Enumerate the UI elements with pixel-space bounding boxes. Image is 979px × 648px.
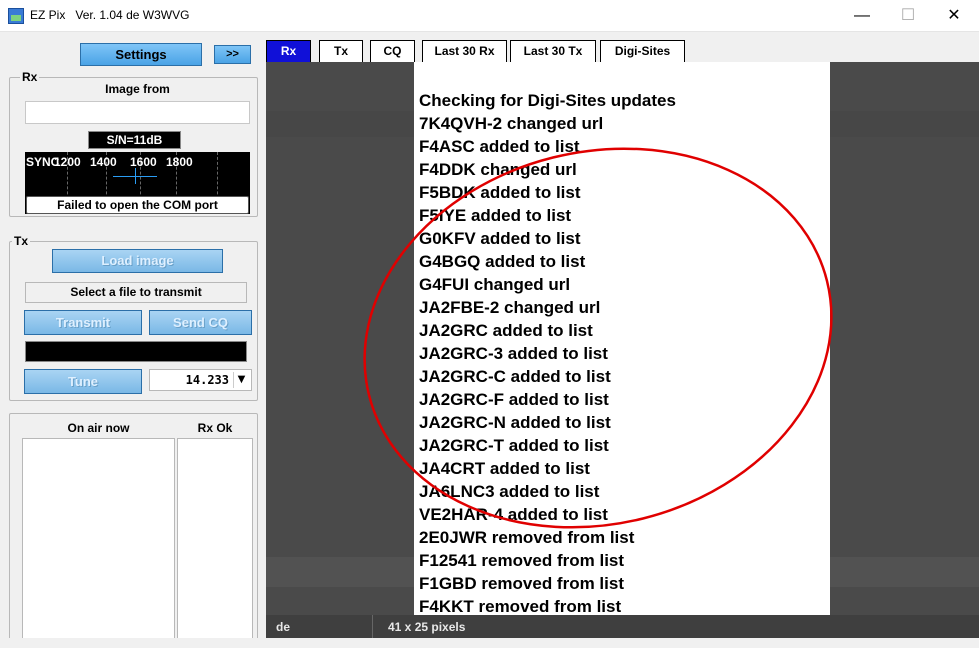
load-image-button[interactable]: Load image [52, 249, 223, 273]
window-title: EZ Pix Ver. 1.04 de W3WVG [30, 8, 190, 22]
tx-progress-bar [25, 341, 247, 362]
select-file-label: Select a file to transmit [25, 282, 247, 303]
scope-label-1200: 1200 [54, 155, 81, 169]
send-cq-button[interactable]: Send CQ [149, 310, 252, 335]
scope-label-1600: 1600 [130, 155, 157, 169]
left-panel: Settings >> Rx Image from S/N=11dB SYNC … [0, 33, 265, 648]
image-from-field [25, 101, 250, 124]
title-bar: EZ Pix Ver. 1.04 de W3WVG — ☐ ✕ [0, 0, 979, 32]
tab-digi-sites[interactable]: Digi-Sites [600, 40, 685, 62]
log-line: F1GBD removed from list [419, 574, 624, 593]
on-air-header: On air now [67, 421, 130, 435]
log-line: 2E0JWR removed from list [419, 528, 635, 547]
log-line: JA2GRC-N added to list [419, 413, 611, 432]
expand-button[interactable]: >> [214, 45, 251, 64]
com-port-error: Failed to open the COM port [26, 196, 249, 214]
rx-ok-header: Rx Ok [197, 421, 233, 435]
log-line: JA2GRC added to list [419, 321, 593, 340]
minimize-button[interactable]: — [839, 0, 885, 32]
tab-cq[interactable]: CQ [370, 40, 415, 62]
log-line: F4ASC added to list [419, 137, 580, 156]
settings-button[interactable]: Settings [80, 43, 202, 66]
log-line: JA4CRT added to list [419, 459, 590, 478]
log-line: F4DDK changed url [419, 160, 577, 179]
tab-tx[interactable]: Tx [319, 40, 363, 62]
scope-label-1800: 1800 [166, 155, 193, 169]
log-line: JA6LNC3 added to list [419, 482, 600, 501]
app-icon [8, 8, 24, 24]
tune-button[interactable]: Tune [24, 369, 142, 394]
status-left: de [276, 620, 291, 634]
log-line: F12541 removed from list [419, 551, 625, 570]
image-from-label: Image from [105, 82, 170, 96]
tab-last-30-rx[interactable]: Last 30 Rx [422, 40, 507, 62]
digi-sites-log: Checking for Digi-Sites updates 7K4QVH-2 … [419, 89, 676, 618]
maximize-button[interactable]: ☐ [885, 0, 931, 32]
close-button[interactable]: ✕ [931, 0, 977, 32]
tx-group-label: Tx [12, 234, 31, 248]
log-line: G4FUI changed url [419, 275, 571, 294]
tab-last-30-tx[interactable]: Last 30 Tx [510, 40, 596, 62]
scope-marker [135, 168, 136, 184]
image-size-readout: 41 x 25 pixels [388, 620, 466, 634]
log-line: G4BGQ added to list [419, 252, 586, 271]
log-line: JA2GRC-C added to list [419, 367, 611, 386]
log-line: JA2GRC-F added to list [419, 390, 609, 409]
snr-indicator: S/N=11dB [88, 131, 181, 149]
scope-label-1400: 1400 [90, 155, 117, 169]
log-line: JA2GRC-T added to list [419, 436, 609, 455]
status-bar: de 41 x 25 pixels [266, 615, 979, 638]
frequency-value: 14.233 [185, 373, 229, 387]
frequency-select[interactable]: 14.233 ▼ [149, 369, 252, 391]
log-line: 7K4QVH-2 changed url [419, 114, 604, 133]
tab-rx[interactable]: Rx [266, 40, 311, 62]
log-line: G0KFV added to list [419, 229, 581, 248]
log-line: Checking for Digi-Sites updates [419, 91, 676, 110]
log-line: F5BDK added to list [419, 183, 581, 202]
log-line: VE2HAR-4 added to list [419, 505, 608, 524]
log-line: JA2FBE-2 changed url [419, 298, 601, 317]
transmit-button[interactable]: Transmit [24, 310, 142, 335]
rx-ok-list[interactable] [177, 438, 253, 641]
chevron-down-icon[interactable]: ▼ [233, 372, 249, 388]
log-line: JA2GRC-3 added to list [419, 344, 608, 363]
status-separator [372, 615, 373, 638]
on-air-list[interactable] [22, 438, 175, 641]
window-bottom-edge [0, 638, 979, 648]
log-line: F5IYE added to list [419, 206, 572, 225]
